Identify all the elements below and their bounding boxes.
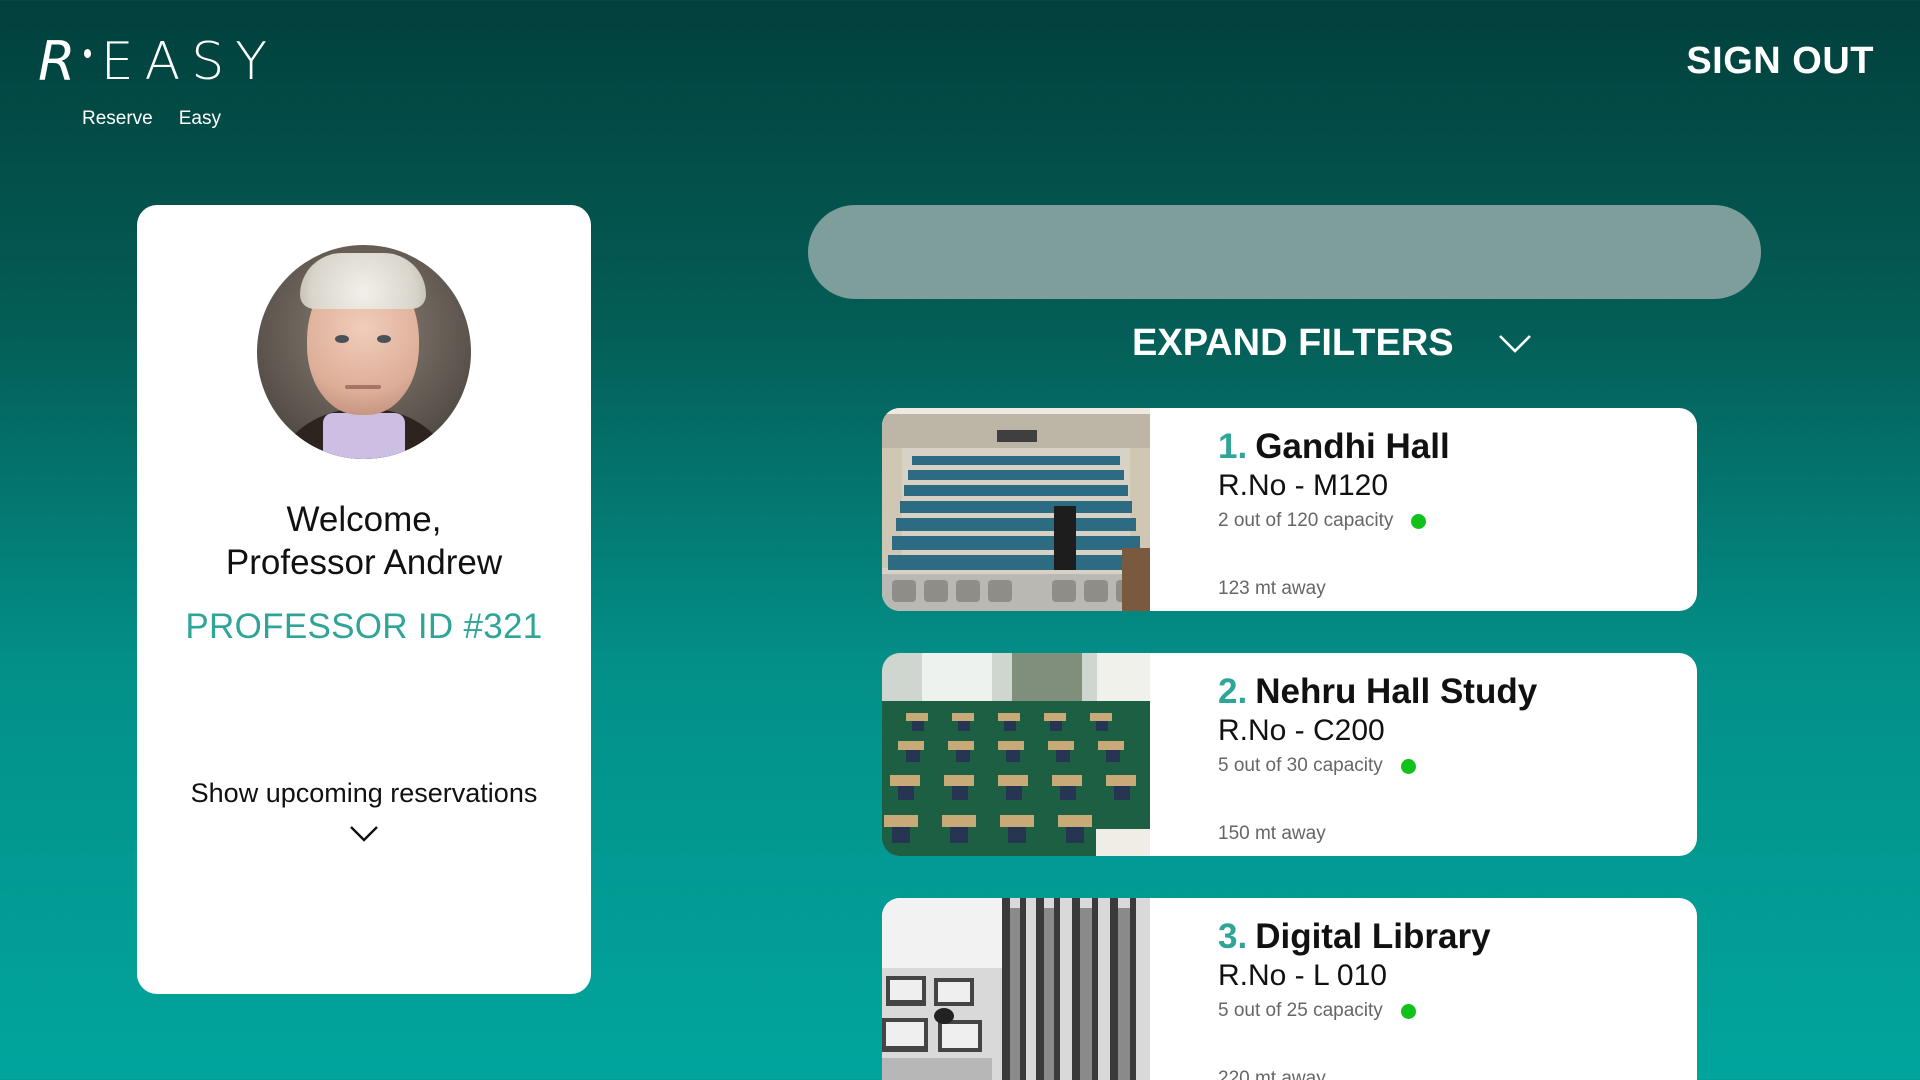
capacity-row: 2 out of 120 capacity [1218, 508, 1677, 534]
library-image [882, 898, 1150, 1080]
avatar-shirt [323, 413, 405, 459]
tagline-reserve: Reserve [82, 108, 153, 129]
show-upcoming-reservations-button[interactable]: Show upcoming reservations [137, 778, 591, 809]
avatar-mouth [345, 385, 381, 389]
room-card-digital-library[interactable]: 3. Digital Library R.No - L 010 5 out of … [882, 898, 1697, 1080]
welcome-line-2: Professor Andrew [225, 543, 503, 582]
room-name: Nehru Hall Study [1255, 672, 1538, 711]
room-name: Gandhi Hall [1255, 427, 1450, 466]
room-card-gandhi-hall[interactable]: 1. Gandhi Hall R.No - M120 2 out of 120 c… [882, 408, 1697, 611]
expand-filters-toggle[interactable]: EXPAND FILTERS [1132, 322, 1532, 365]
avatar-eye-right [377, 335, 391, 343]
capacity-row: 5 out of 25 capacity [1218, 998, 1677, 1024]
sign-out-button[interactable]: SIGN OUT [1686, 40, 1874, 83]
chevron-down-icon[interactable] [349, 825, 379, 843]
room-capacity: 2 out of 120 capacity [1218, 510, 1394, 531]
welcome-line-1: Welcome, [286, 500, 442, 539]
room-title: 1. Gandhi Hall [1218, 426, 1677, 468]
capacity-row: 5 out of 30 capacity [1218, 753, 1677, 779]
room-title: 2. Nehru Hall Study [1218, 671, 1677, 713]
chevron-down-icon [1498, 334, 1531, 353]
room-number-index: 1. [1218, 427, 1248, 466]
room-info: 2. Nehru Hall Study R.No - C200 5 out of … [1218, 671, 1677, 779]
avatar-hair [300, 253, 426, 309]
lecture-hall-illustration [882, 408, 1150, 611]
room-info: 3. Digital Library R.No - L 010 5 out of … [1218, 916, 1677, 1024]
classroom-illustration [882, 653, 1150, 856]
room-capacity: 5 out of 30 capacity [1218, 755, 1383, 776]
room-title: 3. Digital Library [1218, 916, 1677, 958]
avatar-eye-left [335, 335, 349, 343]
profile-card: Welcome, Professor Andrew PROFESSOR ID #… [137, 205, 591, 994]
room-distance: 220 mt away [1218, 1068, 1326, 1080]
room-code: R.No - L 010 [1218, 959, 1387, 992]
tagline-easy: Easy [178, 108, 221, 129]
availability-status-dot [1400, 1003, 1416, 1019]
room-code: R.No - M120 [1218, 469, 1389, 502]
logo-tagline: Reserve Easy [82, 108, 221, 130]
logo-dot [83, 49, 91, 58]
logo-mark: R EASY [38, 30, 278, 93]
lecture-hall-image [882, 408, 1150, 611]
room-distance: 123 mt away [1218, 578, 1326, 599]
room-number-index: 2. [1218, 672, 1248, 711]
logo-word: EASY [100, 32, 278, 92]
classroom-image [882, 653, 1150, 856]
room-number-index: 3. [1218, 917, 1248, 956]
professor-id: PROFESSOR ID #321 [185, 607, 543, 646]
library-illustration [882, 898, 1150, 1080]
room-card-nehru-hall-study[interactable]: 2. Nehru Hall Study R.No - C200 5 out of … [882, 653, 1697, 856]
expand-filters-label: EXPAND FILTERS [1132, 322, 1454, 364]
welcome-message: Welcome, Professor Andrew [137, 498, 591, 584]
avatar [257, 245, 471, 459]
room-code: R.No - C200 [1218, 714, 1385, 747]
room-info: 1. Gandhi Hall R.No - M120 2 out of 120 c… [1218, 426, 1677, 534]
availability-status-dot [1411, 513, 1427, 529]
app-logo: R EASY Reserve Easy [38, 34, 278, 134]
availability-status-dot [1400, 758, 1416, 774]
search-input[interactable] [808, 205, 1761, 299]
logo-letter: R [38, 30, 76, 93]
room-capacity: 5 out of 25 capacity [1218, 1000, 1383, 1021]
room-distance: 150 mt away [1218, 823, 1326, 844]
room-name: Digital Library [1255, 917, 1491, 956]
